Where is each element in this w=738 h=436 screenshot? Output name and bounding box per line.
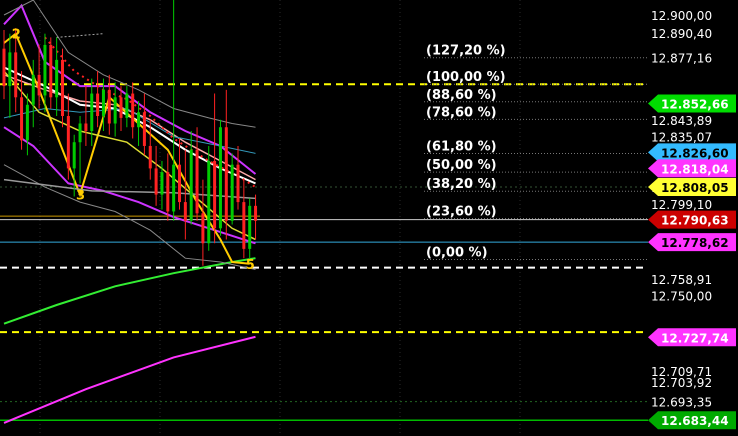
candle-body-22 [125,93,129,118]
candle-body-36 [207,160,211,244]
candle-body-18 [101,89,105,117]
fib-label-1: (100,00 %) [426,70,506,85]
zigzag-wave [3,32,250,265]
candle-body-17 [96,93,100,117]
candle-body-1 [2,48,6,87]
pink-average [3,74,256,181]
axis-tick-2: 12.877,16 [651,52,712,66]
wave-label-5: 5 [246,258,255,273]
candle-body-41 [236,164,240,203]
fib-label-0: (127,20 %) [426,44,506,59]
price-tag-label-4: 12.790,63 [661,214,729,228]
axis-tick-1: 12.890,40 [651,27,712,41]
candle-body-31 [178,164,181,203]
candle-body-7 [37,74,41,96]
candle-body-9 [49,44,53,98]
upper-bollinger-band [3,0,256,128]
fib-label-3: (78,60 %) [426,105,497,120]
price-chart: (127,20 %) (100,00 %) (88,60 %) (78,60 %) (6… [0,0,738,436]
candle-body-27 [154,168,158,195]
price-tag-label-1: 12.826,60 [661,146,729,160]
candlesticks [2,0,258,266]
candle-body-44 [254,205,258,221]
candle-body-8 [43,44,47,96]
price-tag-label-6: 12.727,74 [661,331,729,345]
candle-body-20 [113,97,117,124]
axis-tick-3: 12.843,89 [651,114,712,128]
fib-label-8: (0,00 %) [426,246,488,261]
candle-body-32 [183,202,187,221]
wave-label-2: 2 [12,28,21,43]
candle-body-5 [25,104,29,141]
candle-body-11 [61,59,64,117]
price-tag-label-3: 12.808,05 [661,181,729,195]
candle-body-13 [72,142,76,169]
candle-body-38 [218,127,222,229]
candle-body-21 [119,97,123,118]
candle-body-29 [166,172,170,212]
candle-body-39 [224,127,228,221]
gray-trend-line [3,178,256,200]
candle-body-25 [142,112,146,146]
magenta-moving-average [3,335,256,424]
candle-body-15 [84,123,88,131]
price-tag-5: 12.778,62 [648,233,736,252]
candle-body-14 [78,123,82,143]
price-tag-label-5: 12.778,62 [661,236,729,250]
indicator-lines [3,0,257,424]
axis-tick-4: 12.835,07 [651,130,712,144]
axis-tick-8: 12.750,00 [651,290,712,304]
price-tag-3: 12.808,05 [648,178,736,197]
axis-tick-10: 12.703,92 [651,376,712,390]
fib-label-2: (88,60 %) [426,88,497,103]
candle-body-40 [230,164,234,221]
price-tag-4: 12.790,63 [648,210,736,229]
candle-body-33 [189,149,193,221]
candle-body-4 [20,97,24,141]
candle-body-35 [201,213,205,244]
price-tag-label-2: 12.818,04 [661,162,729,176]
dotted-trend-line [56,33,104,38]
candle-body-23 [131,93,135,128]
price-tag-6: 12.727,74 [648,328,736,347]
candle-body-3 [14,52,18,98]
price-tag-2: 12.818,04 [648,159,736,178]
axis-tick-11: 12.693,35 [651,396,712,410]
candle-body-10 [55,59,59,98]
candle-body-37 [213,160,217,229]
candle-body-16 [90,93,94,131]
price-tag-0: 12.852,66 [648,94,736,113]
fib-label-7: (23,60 %) [426,205,497,220]
fibonacci-levels: (127,20 %) (100,00 %) (88,60 %) (78,60 %) (6… [424,44,648,261]
candle-body-28 [160,172,164,195]
candle-body-42 [242,202,246,249]
candle-body-26 [148,145,152,169]
upper-envelope [3,3,257,175]
lower-bollinger-band [3,164,256,270]
fib-label-4: (61,80 %) [426,139,497,154]
price-tag-label-0: 12.852,66 [661,98,729,112]
wave-label-3: 3 [76,189,85,204]
price-tag-label-7: 12.683,44 [661,414,729,428]
candle-body-43 [248,205,252,249]
candle-body-6 [31,74,35,105]
candle-body-24 [137,112,141,128]
price-tag-7: 12.683,44 [648,411,736,430]
axis-tick-7: 12.758,91 [651,273,712,287]
axis-tick-0: 12.900,00 [651,9,712,23]
candle-body-2 [8,52,12,87]
candle-body-30 [172,164,176,212]
candle-body-34 [195,149,199,214]
candle-body-12 [66,116,70,169]
candle-body-19 [107,89,111,124]
fib-label-6: (38,20 %) [426,177,497,192]
fib-label-5: (50,00 %) [426,158,497,173]
price-tag-1: 12.826,60 [648,143,736,162]
axis-tick-6: 12.799,10 [651,198,712,212]
